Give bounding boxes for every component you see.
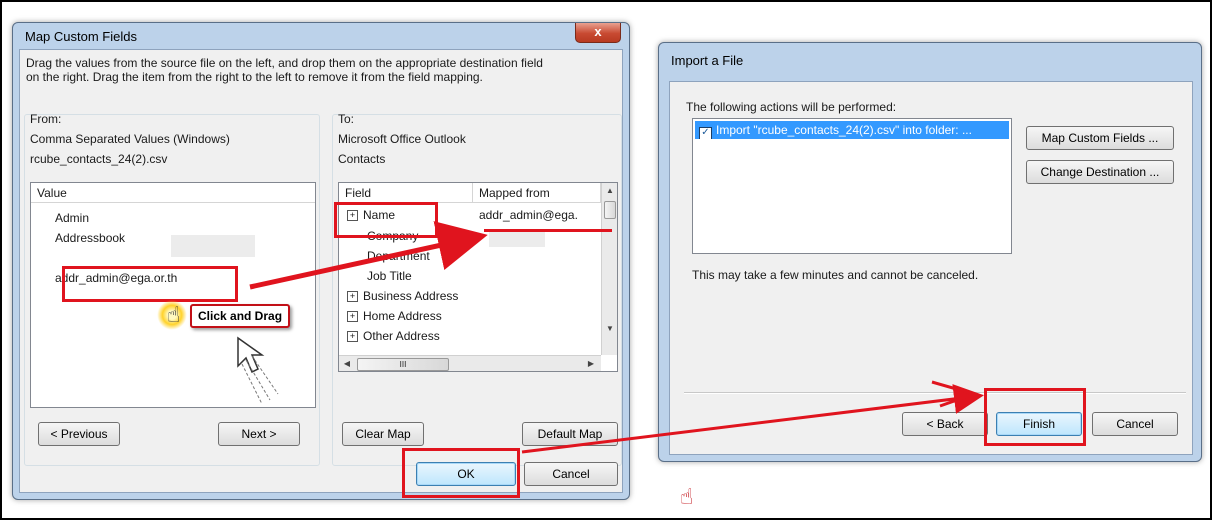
highlight-source-email	[62, 266, 238, 302]
clear-map-button[interactable]: Clear Map	[342, 422, 424, 446]
scroll-up-icon[interactable]: ▲	[602, 183, 617, 199]
close-button[interactable]: x	[575, 23, 621, 43]
import-cancel-button[interactable]: Cancel	[1092, 412, 1178, 436]
scroll-thumb[interactable]	[604, 201, 616, 219]
source-type: Comma Separated Values (Windows)	[30, 132, 230, 146]
field-row-job-title[interactable]: Job Title	[367, 269, 412, 283]
expand-icon[interactable]: +	[347, 331, 358, 343]
import-dialog-title: Import a File	[671, 53, 744, 68]
action-item-label: Import "rcube_contacts_24(2).csv" into f…	[716, 123, 972, 137]
map-custom-fields-button[interactable]: Map Custom Fields ...	[1026, 126, 1174, 150]
cancel-button[interactable]: Cancel	[524, 462, 618, 486]
horizontal-scrollbar[interactable]: ◀ III ▶	[339, 355, 601, 371]
field-row-other-address[interactable]: + Other Address	[347, 329, 440, 343]
import-file-dialog: Import a File The following actions will…	[658, 42, 1202, 462]
to-heading: To:	[338, 112, 355, 126]
instructions-line-1: Drag the values from the source file on …	[26, 56, 543, 70]
hand-cursor-icon: ☝	[167, 302, 181, 327]
map-dialog-title: Map Custom Fields	[25, 29, 137, 44]
action-item-row[interactable]: ✓ Import "rcube_contacts_24(2).csv" into …	[695, 121, 1009, 139]
highlight-ok-button	[402, 448, 520, 498]
actions-label: The following actions will be performed:	[686, 100, 897, 114]
hand-cursor-icon: ☝	[680, 484, 694, 509]
field-row-business-address[interactable]: + Business Address	[347, 289, 458, 303]
field-row-department[interactable]: Department	[367, 249, 430, 263]
field-column-header[interactable]: Field	[339, 183, 473, 203]
field-home-address-label: Home Address	[363, 309, 442, 323]
import-dialog-body: The following actions will be performed:…	[669, 81, 1193, 455]
hscroll-thumb[interactable]: III	[357, 358, 449, 371]
field-other-address-label: Other Address	[363, 329, 440, 343]
scroll-left-icon[interactable]: ◀	[339, 356, 355, 371]
actions-list[interactable]: ✓ Import "rcube_contacts_24(2).csv" into …	[692, 118, 1012, 254]
source-file-name: rcube_contacts_24(2).csv	[30, 152, 168, 166]
instructions-line-2: on the right. Drag the item from the rig…	[26, 70, 483, 84]
mapped-from-column-header[interactable]: Mapped from	[473, 183, 601, 203]
field-row-home-address[interactable]: + Home Address	[347, 309, 442, 323]
highlight-finish-button	[984, 388, 1086, 446]
scroll-down-icon[interactable]: ▼	[602, 321, 617, 337]
source-value-admin[interactable]: Admin	[55, 211, 89, 225]
close-icon: x	[594, 24, 602, 39]
expand-icon[interactable]: +	[347, 311, 358, 323]
change-destination-button[interactable]: Change Destination ...	[1026, 160, 1174, 184]
action-checkbox[interactable]: ✓	[699, 127, 712, 139]
value-column-header[interactable]: Value	[31, 183, 315, 203]
map-custom-fields-dialog: Map Custom Fields x Drag the values from…	[12, 22, 630, 500]
default-map-button[interactable]: Default Map	[522, 422, 618, 446]
grip-icon: III	[399, 360, 407, 369]
expand-icon[interactable]: +	[347, 291, 358, 303]
screenshot-stage: Map Custom Fields x Drag the values from…	[0, 0, 1212, 520]
next-button[interactable]: Next >	[218, 422, 300, 446]
highlight-name-field	[334, 202, 438, 238]
scroll-right-icon[interactable]: ▶	[583, 356, 599, 371]
mapped-value-name[interactable]: addr_admin@ega.	[479, 208, 578, 222]
underline-mapped-value	[484, 229, 612, 232]
redacted-area	[171, 235, 255, 257]
field-business-address-label: Business Address	[363, 289, 459, 303]
destination-app: Microsoft Office Outlook	[338, 132, 466, 146]
previous-button[interactable]: < Previous	[38, 422, 120, 446]
destination-folder: Contacts	[338, 152, 386, 166]
source-value-addressbook[interactable]: Addressbook	[55, 231, 125, 245]
import-note: This may take a few minutes and cannot b…	[692, 268, 979, 282]
back-button[interactable]: < Back	[902, 412, 988, 436]
click-and-drag-callout: Click and Drag	[190, 304, 291, 328]
from-heading: From:	[30, 112, 62, 126]
vertical-scrollbar[interactable]: ▲ ▼	[601, 183, 617, 355]
divider	[684, 392, 1186, 394]
